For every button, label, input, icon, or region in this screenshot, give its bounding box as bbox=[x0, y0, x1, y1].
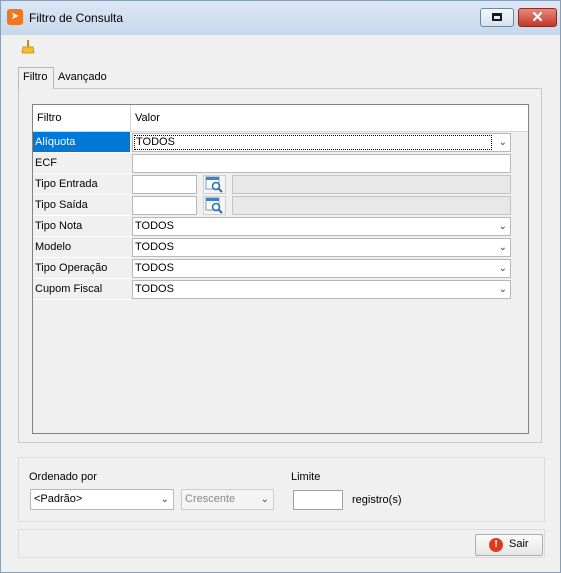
limit-input[interactable] bbox=[293, 490, 343, 510]
exit-button-label: Sair bbox=[509, 538, 529, 550]
grid-header: Filtro Valor bbox=[33, 105, 528, 132]
tipo-operacao-combo[interactable]: TODOS ⌄ bbox=[132, 259, 511, 278]
search-lookup-icon bbox=[205, 197, 223, 214]
search-lookup-icon bbox=[205, 176, 223, 193]
header-filtro: Filtro bbox=[37, 112, 62, 124]
ecf-input[interactable] bbox=[132, 154, 511, 173]
tab-filtro[interactable]: Filtro bbox=[18, 67, 54, 89]
exit-button[interactable]: ! Sair bbox=[475, 534, 543, 556]
tipo-saida-lookup-button[interactable] bbox=[203, 196, 226, 215]
aliquota-combo[interactable]: TODOS ⌄ bbox=[132, 133, 511, 152]
chevron-down-icon[interactable]: ⌄ bbox=[499, 281, 507, 298]
grid-row-cupom-fiscal[interactable]: Cupom Fiscal TODOS ⌄ bbox=[33, 279, 528, 300]
select-value: Crescente bbox=[185, 493, 236, 505]
tab-avancado[interactable]: Avançado bbox=[54, 68, 112, 88]
maximize-button[interactable] bbox=[480, 8, 514, 27]
chevron-down-icon[interactable]: ⌄ bbox=[499, 260, 507, 277]
tipo-entrada-code-input[interactable] bbox=[132, 175, 197, 194]
close-icon: ✕ bbox=[531, 9, 544, 26]
select-value: <Padrão> bbox=[34, 493, 83, 505]
exit-icon: ! bbox=[489, 538, 503, 552]
row-label: Cupom Fiscal bbox=[33, 279, 130, 300]
row-label: Tipo Operação bbox=[33, 258, 130, 279]
dialog-window: ➤ Filtro de Consulta ✕ Filtro Avançado F… bbox=[0, 0, 561, 573]
order-direction-select: Crescente ⌄ bbox=[181, 489, 274, 510]
grid-row-tipo-entrada[interactable]: Tipo Entrada bbox=[33, 174, 528, 195]
tipo-entrada-lookup-button[interactable] bbox=[203, 175, 226, 194]
combo-value: TODOS bbox=[135, 220, 174, 232]
registros-label: registro(s) bbox=[352, 494, 402, 506]
filter-grid: Filtro Valor Alíquota TODOS ⌄ ECF Tipo E… bbox=[32, 104, 529, 434]
clear-filter-icon[interactable] bbox=[21, 40, 35, 54]
grid-row-aliquota[interactable]: Alíquota TODOS ⌄ bbox=[33, 132, 528, 153]
cupom-fiscal-combo[interactable]: TODOS ⌄ bbox=[132, 280, 511, 299]
row-label: ECF bbox=[33, 153, 130, 174]
row-label: Modelo bbox=[33, 237, 130, 258]
combo-value: TODOS bbox=[135, 283, 174, 295]
window-title: Filtro de Consulta bbox=[29, 11, 124, 25]
maximize-icon bbox=[492, 13, 502, 21]
chevron-down-icon: ⌄ bbox=[260, 494, 269, 505]
order-field-select[interactable]: <Padrão> ⌄ bbox=[30, 489, 174, 510]
chevron-down-icon[interactable]: ⌄ bbox=[161, 490, 169, 509]
close-button[interactable]: ✕ bbox=[518, 8, 557, 27]
ordenado-por-label: Ordenado por bbox=[29, 471, 97, 483]
grid-row-modelo[interactable]: Modelo TODOS ⌄ bbox=[33, 237, 528, 258]
chevron-down-icon[interactable]: ⌄ bbox=[499, 218, 507, 235]
ordering-panel: Ordenado por <Padrão> ⌄ Crescente ⌄ Limi… bbox=[18, 457, 545, 522]
tipo-entrada-description bbox=[232, 175, 511, 194]
chevron-down-icon[interactable]: ⌄ bbox=[499, 239, 507, 256]
combo-value: TODOS bbox=[135, 262, 174, 274]
grid-row-ecf[interactable]: ECF bbox=[33, 153, 528, 174]
grid-row-tipo-nota[interactable]: Tipo Nota TODOS ⌄ bbox=[33, 216, 528, 237]
row-label: Tipo Saída bbox=[33, 195, 130, 216]
filter-tab-panel: Filtro Valor Alíquota TODOS ⌄ ECF Tipo E… bbox=[18, 88, 542, 443]
tipo-saida-code-input[interactable] bbox=[132, 196, 197, 215]
modelo-combo[interactable]: TODOS ⌄ bbox=[132, 238, 511, 257]
combo-value: TODOS bbox=[135, 241, 174, 253]
row-label: Alíquota bbox=[33, 132, 130, 153]
grid-row-tipo-saida[interactable]: Tipo Saída bbox=[33, 195, 528, 216]
limite-label: Limite bbox=[291, 471, 321, 483]
row-label: Tipo Entrada bbox=[33, 174, 130, 195]
footer-panel: ! Sair bbox=[18, 529, 545, 558]
title-bar[interactable]: ➤ Filtro de Consulta ✕ bbox=[1, 1, 560, 35]
row-label: Tipo Nota bbox=[33, 216, 130, 237]
combo-value: TODOS bbox=[134, 135, 492, 150]
grid-row-tipo-operacao[interactable]: Tipo Operação TODOS ⌄ bbox=[33, 258, 528, 279]
chevron-down-icon[interactable]: ⌄ bbox=[499, 134, 507, 151]
app-icon: ➤ bbox=[7, 9, 23, 25]
tipo-nota-combo[interactable]: TODOS ⌄ bbox=[132, 217, 511, 236]
tipo-saida-description bbox=[232, 196, 511, 215]
header-valor: Valor bbox=[135, 112, 160, 124]
